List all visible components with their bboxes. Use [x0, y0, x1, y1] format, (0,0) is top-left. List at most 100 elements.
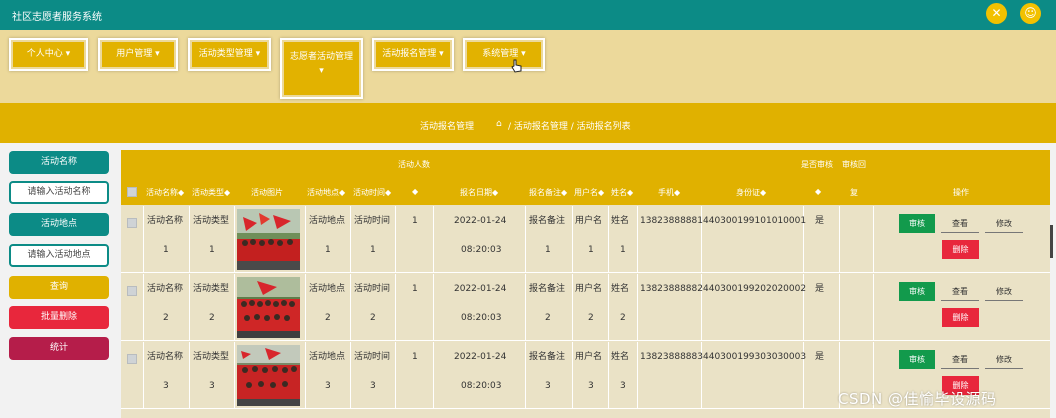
col-activity-time[interactable]: 活动时间◆	[353, 187, 391, 198]
main-nav: 个人中心 ▾ 用户管理 ▾ 活动类型管理 ▾ 志愿者活动管理 ▾ 活动报名管理 ▾…	[0, 30, 1056, 103]
cell-activity-name: 活动名称	[147, 352, 184, 362]
activity-name-input[interactable]: 请输入活动名称	[9, 181, 109, 204]
home-icon[interactable]: ⌂	[496, 119, 502, 129]
col-reply: 复	[850, 188, 858, 197]
nav-label: 活动类型管理	[198, 49, 253, 59]
nav-label: 志愿者活动管理	[289, 52, 353, 62]
cell-activity-type: 活动类型	[193, 284, 230, 294]
col-approved[interactable]: ◆	[815, 187, 821, 196]
nav-label: 用户管理	[116, 49, 153, 59]
cell-phone: 13823888882	[640, 284, 703, 294]
search-button[interactable]: 查询	[9, 276, 109, 299]
audit-button[interactable]: 审核	[899, 214, 935, 233]
cell-activity-people: 1	[412, 284, 418, 294]
cell-activity-time: 活动时间	[354, 216, 391, 226]
cell-activity-place-id: 3	[325, 381, 331, 391]
edit-button[interactable]: 修改	[985, 214, 1023, 233]
nav-label: 系统管理	[482, 49, 519, 59]
cell-activity-place-id: 1	[325, 245, 331, 255]
cell-phone: 13823888883	[640, 352, 703, 362]
col-phone[interactable]: 手机◆	[658, 187, 680, 198]
nav-label: 个人中心	[26, 49, 63, 59]
activity-name-label: 活动名称	[9, 151, 109, 174]
activity-place-input[interactable]: 请输入活动地点	[9, 244, 109, 267]
header-approved: 是否审核	[801, 160, 833, 169]
col-actions: 操作	[953, 188, 969, 197]
cell-realname-id: 2	[620, 313, 626, 323]
cell-realname-id: 3	[620, 381, 626, 391]
cell-signup-time: 08:20:03	[461, 313, 502, 323]
col-signup-date[interactable]: 报名日期◆	[460, 187, 498, 198]
batch-delete-button[interactable]: 批量删除	[9, 306, 109, 329]
watermark: CSDN @佳愉毕设源码	[838, 390, 997, 408]
nav-activity-type-management[interactable]: 活动类型管理 ▾	[188, 38, 271, 71]
table-header: 活动人数 是否审核 审核回 活动名称◆ 活动类型◆ 活动图片 活动地点◆ 活动时…	[121, 150, 1050, 205]
nav-personal-center[interactable]: 个人中心 ▾	[9, 38, 88, 71]
chevron-down-icon: ▾	[319, 66, 324, 76]
cell-username-id: 1	[588, 245, 594, 255]
view-button[interactable]: 查看	[941, 214, 979, 233]
delete-button[interactable]: 删除	[942, 308, 979, 327]
activity-photo	[237, 277, 300, 338]
activity-photo	[237, 345, 300, 406]
cell-realname: 姓名	[611, 216, 630, 226]
row-checkbox[interactable]	[127, 218, 137, 228]
col-activity-place[interactable]: 活动地点◆	[307, 187, 345, 198]
scrollbar[interactable]	[1050, 225, 1053, 258]
cell-idcard: 440300199202020002	[703, 284, 807, 294]
cell-activity-time-id: 1	[370, 245, 376, 255]
col-activity-type[interactable]: 活动类型◆	[192, 187, 230, 198]
col-signup-note[interactable]: 报名备注◆	[529, 187, 567, 198]
cell-username-id: 3	[588, 381, 594, 391]
edit-button[interactable]: 修改	[985, 350, 1023, 369]
user-icon[interactable]: ☺	[1020, 3, 1041, 24]
cell-approved: 是	[815, 352, 825, 362]
col-activity-people[interactable]: ◆	[412, 187, 418, 196]
nav-volunteer-activity-management[interactable]: 志愿者活动管理 ▾	[280, 38, 363, 99]
nav-activity-signup-management[interactable]: 活动报名管理 ▾	[372, 38, 454, 71]
cell-activity-name-id: 2	[163, 313, 169, 323]
cell-idcard: 440300199101010001	[703, 216, 807, 226]
cell-activity-place: 活动地点	[309, 216, 346, 226]
nav-user-management[interactable]: 用户管理 ▾	[98, 38, 178, 71]
cell-activity-place: 活动地点	[309, 352, 346, 362]
col-idcard[interactable]: 身份证◆	[736, 187, 766, 198]
app-title: 社区志愿者服务系统	[12, 12, 102, 23]
audit-button[interactable]: 审核	[899, 350, 935, 369]
table-row: 活动名称 2 活动类型 2 活动地点 2 活动时间 2 1 2022-01-24…	[121, 274, 1050, 341]
cell-username: 用户名	[575, 284, 603, 294]
edit-button[interactable]: 修改	[985, 282, 1023, 301]
header-reply: 审核回	[842, 160, 866, 169]
cell-activity-place-id: 2	[325, 313, 331, 323]
cell-realname-id: 1	[620, 245, 626, 255]
cell-approved: 是	[815, 284, 825, 294]
cell-signup-time: 08:20:03	[461, 245, 502, 255]
view-button[interactable]: 查看	[941, 350, 979, 369]
cell-signup-date: 2022-01-24	[454, 352, 507, 362]
row-checkbox[interactable]	[127, 286, 137, 296]
audit-button[interactable]: 审核	[899, 282, 935, 301]
select-all-checkbox[interactable]	[127, 187, 137, 197]
col-realname[interactable]: 姓名◆	[611, 187, 633, 198]
col-username[interactable]: 用户名◆	[574, 187, 604, 198]
nav-system-management[interactable]: 系统管理 ▾	[463, 38, 545, 71]
stats-button[interactable]: 统计	[9, 337, 109, 360]
header-activity-people: 活动人数	[398, 160, 430, 169]
col-activity-name[interactable]: 活动名称◆	[146, 187, 184, 198]
cell-activity-name-id: 3	[163, 381, 169, 391]
cell-activity-place: 活动地点	[309, 284, 346, 294]
cell-activity-people: 1	[412, 352, 418, 362]
view-button[interactable]: 查看	[941, 282, 979, 301]
cell-signup-note-id: 3	[545, 381, 551, 391]
cell-realname: 姓名	[611, 352, 630, 362]
col-activity-image: 活动图片	[251, 188, 283, 197]
breadcrumb: / 活动报名管理 / 活动报名列表	[508, 122, 631, 132]
cell-activity-type-id: 1	[209, 245, 215, 255]
delete-button[interactable]: 删除	[942, 240, 979, 259]
cell-activity-people: 1	[412, 216, 418, 226]
row-checkbox[interactable]	[127, 354, 137, 364]
cell-activity-type: 活动类型	[193, 216, 230, 226]
cell-username: 用户名	[575, 352, 603, 362]
tools-icon[interactable]: ✕	[986, 3, 1007, 24]
activity-place-label: 活动地点	[9, 213, 109, 236]
